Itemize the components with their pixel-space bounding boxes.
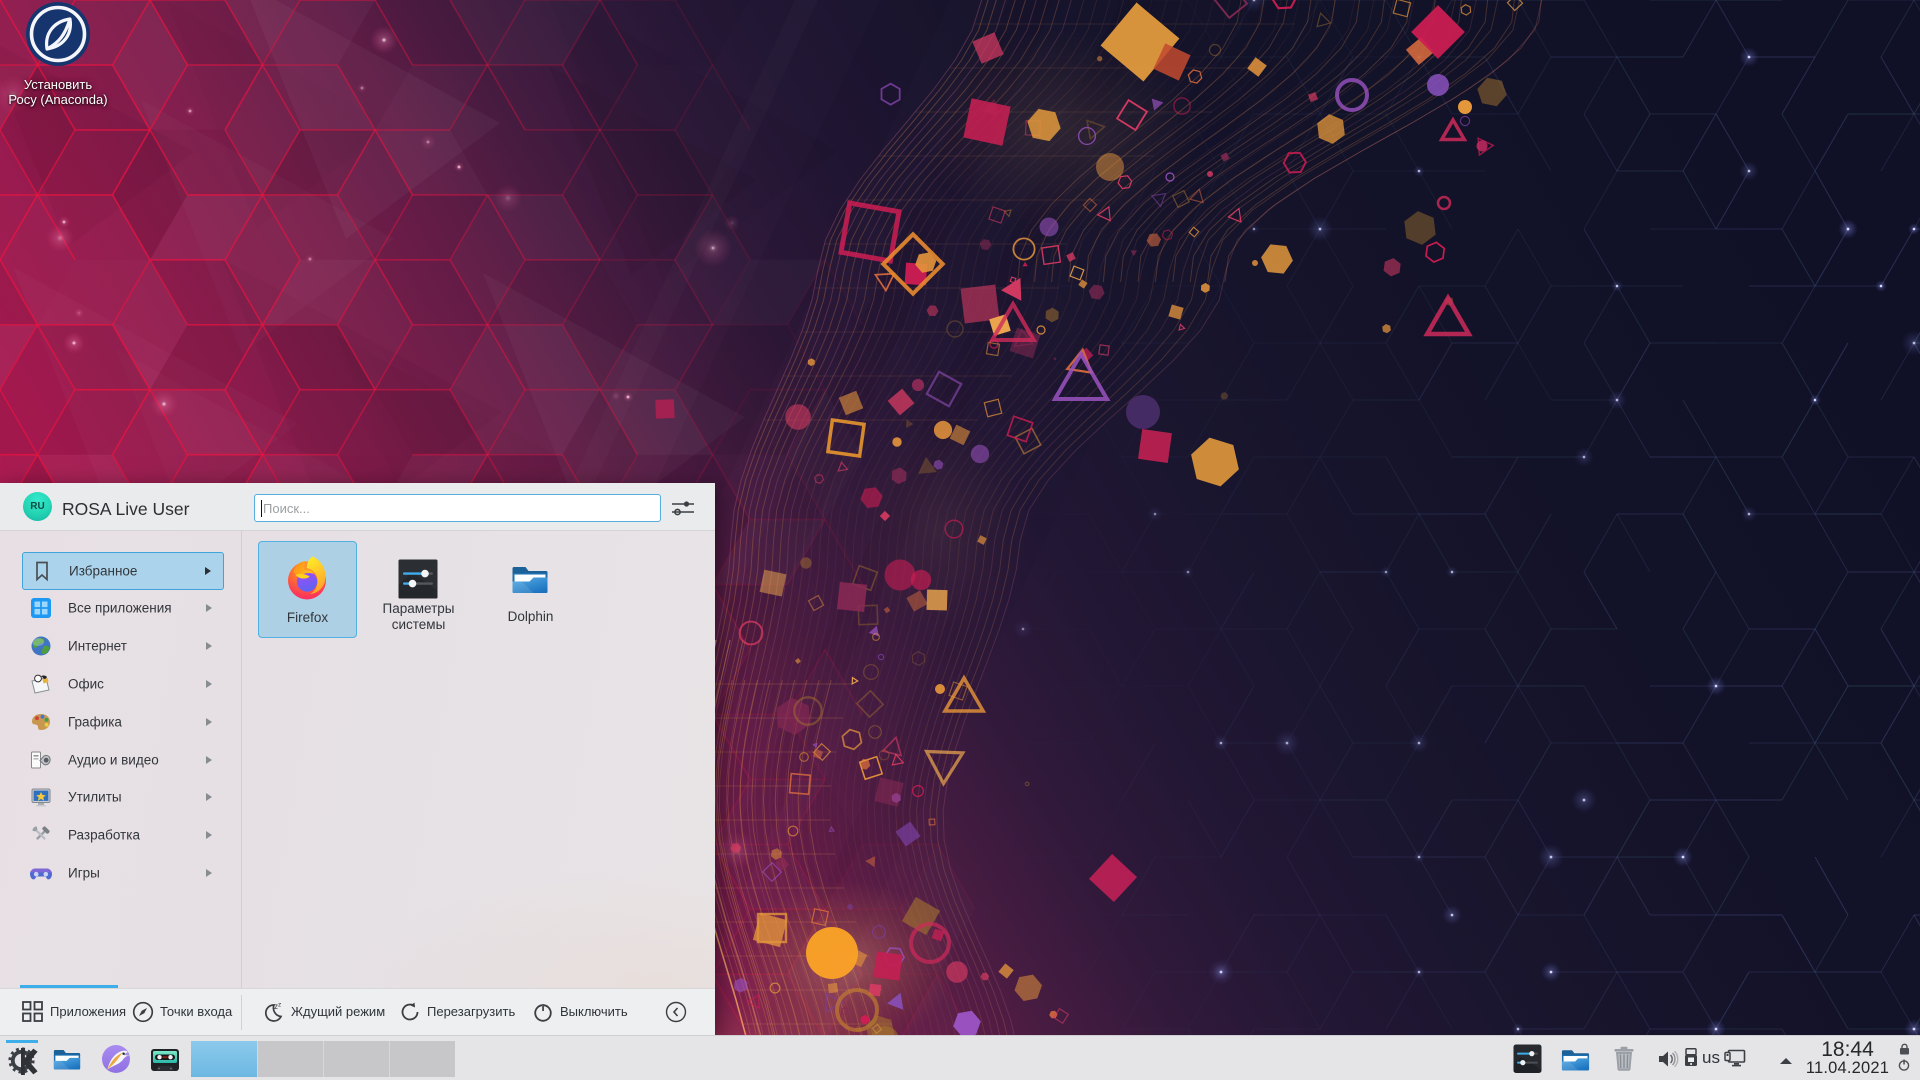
svg-text:z: z (278, 1001, 281, 1008)
